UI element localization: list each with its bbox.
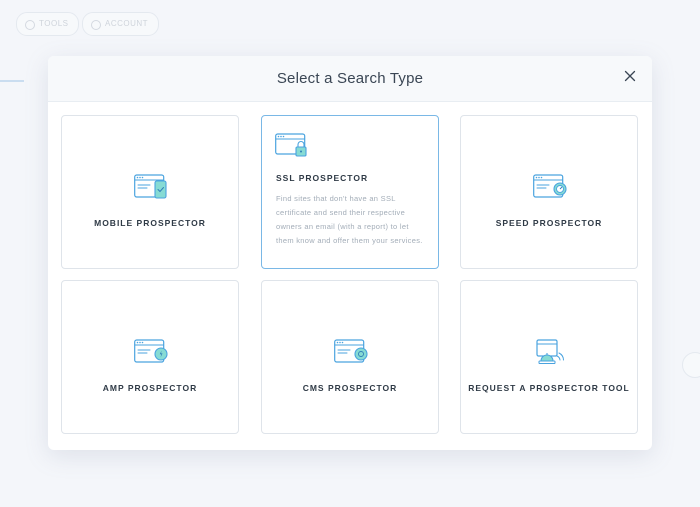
card-label: SSL PROSPECTOR bbox=[276, 173, 369, 183]
card-mobile-prospector[interactable]: MOBILE PROSPECTOR bbox=[61, 115, 239, 269]
bg-tools-label: TOOLS bbox=[39, 19, 69, 28]
bg-account-pill: ACCOUNT bbox=[82, 12, 160, 36]
card-ssl-prospector[interactable]: SSL PROSPECTOR Find sites that don't hav… bbox=[261, 115, 439, 269]
request-tool-icon bbox=[536, 339, 564, 364]
card-label: CMS PROSPECTOR bbox=[302, 383, 398, 393]
bg-tab-indicator bbox=[0, 80, 24, 82]
card-label: MOBILE PROSPECTOR bbox=[94, 218, 206, 228]
bg-account-label: ACCOUNT bbox=[105, 19, 149, 28]
ssl-lock-browser-icon bbox=[275, 133, 307, 157]
card-cms-prospector[interactable]: CMS PROSPECTOR bbox=[261, 280, 439, 434]
search-type-modal: Select a Search Type MOBILE PROSPECTOR S… bbox=[48, 56, 652, 450]
tools-icon bbox=[25, 20, 35, 30]
mobile-browser-icon bbox=[134, 174, 167, 199]
speed-browser-icon bbox=[533, 174, 567, 198]
cms-browser-icon bbox=[334, 339, 368, 363]
amp-browser-icon bbox=[134, 339, 168, 363]
close-icon bbox=[624, 70, 636, 82]
modal-title: Select a Search Type bbox=[276, 70, 424, 87]
bg-round-button bbox=[682, 352, 700, 378]
account-icon bbox=[91, 20, 101, 30]
card-request-prospector-tool[interactable]: REQUEST A PROSPECTOR TOOL bbox=[460, 280, 638, 434]
card-label: REQUEST A PROSPECTOR TOOL bbox=[468, 383, 630, 393]
card-description: Find sites that don't have an SSL certif… bbox=[276, 194, 423, 245]
card-label: SPEED PROSPECTOR bbox=[495, 218, 603, 228]
search-type-grid: MOBILE PROSPECTOR SSL PROSPECTOR Find si… bbox=[61, 115, 639, 436]
card-speed-prospector[interactable]: SPEED PROSPECTOR bbox=[460, 115, 638, 269]
modal-header: Select a Search Type bbox=[48, 56, 652, 102]
close-button[interactable] bbox=[622, 68, 638, 84]
card-amp-prospector[interactable]: AMP PROSPECTOR bbox=[61, 280, 239, 434]
card-label: AMP PROSPECTOR bbox=[102, 383, 198, 393]
bg-tools-pill: TOOLS bbox=[16, 12, 80, 36]
